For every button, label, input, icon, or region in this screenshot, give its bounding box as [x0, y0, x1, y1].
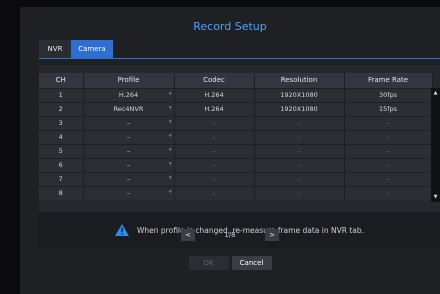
codec-cell: – [174, 185, 255, 200]
cancel-button[interactable]: Cancel [231, 256, 272, 270]
profile-select[interactable]: – [83, 129, 175, 144]
resolution-cell: 1920X1080 [254, 87, 345, 102]
resolution-cell: – [254, 171, 345, 186]
frame-rate-cell: – [344, 157, 433, 172]
table-row: 3–––– [39, 115, 433, 130]
profile-select[interactable]: – [83, 157, 175, 172]
resolution-cell: – [254, 115, 345, 130]
codec-cell: – [174, 171, 255, 186]
table-row: 7–––– [39, 171, 433, 186]
tab-nvr[interactable]: NVR [39, 40, 71, 58]
pager: < 1/8 > [20, 229, 440, 241]
ch-cell: 5 [39, 143, 84, 158]
table-scrollbar[interactable]: ▲ ▼ [431, 88, 440, 202]
col-header-profile: Profile [83, 73, 175, 88]
ch-cell: 7 [39, 171, 84, 186]
record-table: CH Profile Codec Resolution Frame Rate 1… [39, 73, 433, 200]
table-row: 2Rec4NVRH.2641920X108015fps [39, 101, 433, 116]
tab-camera[interactable]: Camera [71, 40, 113, 58]
resolution-cell: – [254, 185, 345, 200]
tab-bar: NVR Camera [39, 40, 113, 58]
ch-cell: 2 [39, 101, 84, 116]
col-header-frame-rate: Frame Rate [344, 73, 433, 88]
resolution-cell: – [254, 129, 345, 144]
tab-underline [39, 58, 440, 59]
page-indicator: 1/8 [224, 231, 236, 239]
record-table-panel: CH Profile Codec Resolution Frame Rate 1… [39, 65, 440, 212]
table-row: 5–––– [39, 143, 433, 158]
resolution-cell: – [254, 143, 345, 158]
dialog-title: Record Setup [193, 20, 267, 33]
record-setup-dialog: Record Setup NVR Camera CH Profile Codec… [20, 7, 440, 294]
frame-rate-cell: – [344, 115, 433, 130]
codec-cell: – [174, 115, 255, 130]
profile-select[interactable]: H.264 [83, 87, 175, 102]
ch-cell: 1 [39, 87, 84, 102]
profile-select[interactable]: Rec4NVR [83, 101, 175, 116]
chevron-right-icon[interactable]: > [265, 229, 279, 241]
scroll-up-icon[interactable]: ▲ [431, 88, 440, 98]
frame-rate-cell: – [344, 129, 433, 144]
table-row: 6–––– [39, 157, 433, 172]
codec-cell: – [174, 143, 255, 158]
frame-rate-cell: 15fps [344, 101, 433, 116]
profile-select[interactable]: – [83, 171, 175, 186]
profile-select[interactable]: – [83, 185, 175, 200]
col-header-codec: Codec [174, 73, 255, 88]
table-row: 8–––– [39, 185, 433, 200]
ok-button[interactable]: OK [188, 256, 229, 270]
profile-select[interactable]: – [83, 115, 175, 130]
codec-cell: – [174, 129, 255, 144]
codec-cell: – [174, 157, 255, 172]
col-header-ch: CH [39, 73, 84, 88]
ch-cell: 4 [39, 129, 84, 144]
ch-cell: 6 [39, 157, 84, 172]
frame-rate-cell: – [344, 143, 433, 158]
dialog-footer: OK Cancel [20, 256, 440, 270]
col-header-resolution: Resolution [254, 73, 345, 88]
ch-cell: 8 [39, 185, 84, 200]
table-header-row: CH Profile Codec Resolution Frame Rate [39, 73, 433, 88]
resolution-cell: 1920X1080 [254, 101, 345, 116]
scroll-down-icon[interactable]: ▼ [431, 192, 440, 202]
chevron-left-icon[interactable]: < [181, 229, 195, 241]
frame-rate-cell: – [344, 171, 433, 186]
ch-cell: 3 [39, 115, 84, 130]
codec-cell: H.264 [174, 87, 255, 102]
frame-rate-cell: – [344, 185, 433, 200]
resolution-cell: – [254, 157, 345, 172]
codec-cell: H.264 [174, 101, 255, 116]
table-row: 1H.264H.2641920X108030fps [39, 87, 433, 102]
frame-rate-cell: 30fps [344, 87, 433, 102]
profile-select[interactable]: – [83, 143, 175, 158]
table-row: 4–––– [39, 129, 433, 144]
